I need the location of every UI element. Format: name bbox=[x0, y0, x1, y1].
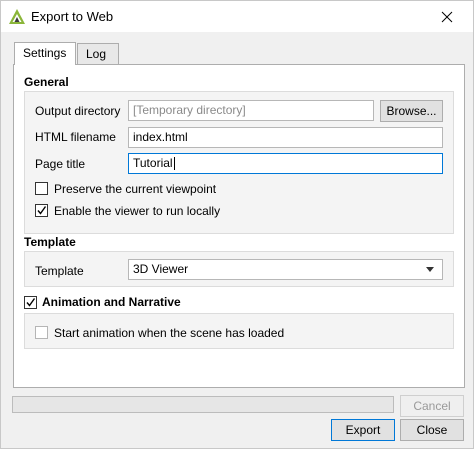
template-select[interactable]: 3D Viewer bbox=[128, 259, 443, 280]
template-section-title: Template bbox=[24, 235, 76, 249]
app-logo-icon bbox=[9, 9, 25, 24]
animation-group: Start animation when the scene has loade… bbox=[24, 313, 454, 349]
html-filename-input[interactable]: index.html bbox=[128, 127, 443, 148]
page-title-value: Tutorial bbox=[133, 156, 173, 170]
template-group: Template 3D Viewer bbox=[24, 251, 454, 287]
general-section-title: General bbox=[24, 75, 69, 89]
checkmark-icon bbox=[37, 206, 47, 215]
run-locally-label: Enable the viewer to run locally bbox=[54, 204, 221, 218]
animation-section-title: Animation and Narrative bbox=[42, 295, 181, 309]
start-animation-label: Start animation when the scene has loade… bbox=[54, 326, 285, 340]
close-button[interactable]: Close bbox=[400, 419, 464, 441]
start-animation-checkbox[interactable] bbox=[35, 326, 48, 339]
page-title-label: Page title bbox=[35, 157, 86, 171]
run-locally-checkbox[interactable] bbox=[35, 204, 48, 217]
close-icon bbox=[441, 11, 453, 22]
text-caret bbox=[173, 157, 175, 171]
animation-checkbox[interactable] bbox=[24, 296, 37, 309]
browse-button[interactable]: Browse... bbox=[380, 100, 443, 122]
output-directory-label: Output directory bbox=[35, 104, 121, 118]
checkmark-icon bbox=[26, 298, 36, 307]
tab-settings[interactable]: Settings bbox=[14, 42, 76, 65]
export-to-web-dialog: Export to Web Settings Log General Outpu… bbox=[0, 0, 474, 449]
html-filename-label: HTML filename bbox=[35, 130, 116, 144]
page-title-input[interactable]: Tutorial bbox=[128, 153, 443, 174]
dropdown-arrow-icon bbox=[426, 267, 434, 272]
output-directory-input[interactable]: [Temporary directory] bbox=[128, 100, 374, 121]
settings-panel: General Output directory [Temporary dire… bbox=[13, 64, 465, 388]
window-title: Export to Web bbox=[31, 9, 114, 24]
export-button[interactable]: Export bbox=[331, 419, 395, 441]
title-bar: Export to Web bbox=[1, 1, 473, 32]
template-selected-value: 3D Viewer bbox=[133, 262, 189, 276]
general-group: Output directory [Temporary directory] B… bbox=[24, 91, 454, 234]
window-close-button[interactable] bbox=[421, 1, 473, 32]
export-progress-bar bbox=[12, 396, 394, 413]
template-label: Template bbox=[35, 264, 84, 278]
tab-log[interactable]: Log bbox=[77, 43, 119, 65]
preserve-viewpoint-checkbox[interactable] bbox=[35, 182, 48, 195]
preserve-viewpoint-label: Preserve the current viewpoint bbox=[54, 182, 217, 196]
cancel-button[interactable]: Cancel bbox=[400, 395, 464, 417]
